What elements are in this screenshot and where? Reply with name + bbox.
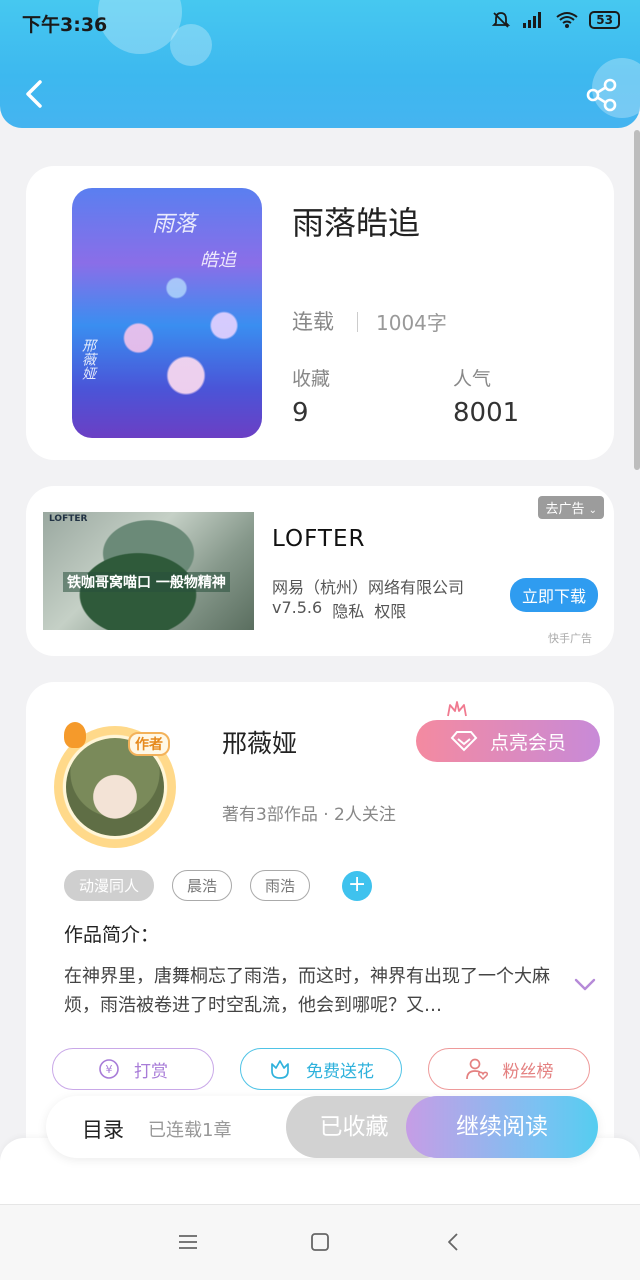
ad-image-text: 铁咖哥窝喵口 一般物精神: [63, 572, 230, 592]
book-word-count: 1004字: [376, 311, 447, 335]
chevron-down-icon: ⌄: [588, 505, 597, 516]
cover-text-right: 皓追: [200, 250, 236, 271]
yen-coin-icon: ¥: [99, 1059, 119, 1079]
vip-button[interactable]: 点亮会员: [416, 701, 600, 762]
header: 下午3:36 53: [0, 0, 640, 128]
favorites-label: 收藏: [292, 368, 331, 390]
back-icon[interactable]: [443, 1231, 465, 1253]
status-time: 下午3:36: [22, 14, 108, 36]
popularity-label: 人气: [453, 368, 492, 390]
book-status: 连载: [292, 310, 334, 334]
divider: [357, 312, 358, 332]
book-title: 雨落皓追: [292, 204, 421, 242]
download-button[interactable]: 立即下载: [509, 578, 598, 612]
ad-card[interactable]: LOFTER 铁咖哥窝喵口 一般物精神 LOFTER 网易（杭州）网络有限公司 …: [26, 486, 614, 656]
continue-reading-button[interactable]: 继续阅读: [406, 1096, 598, 1158]
author-name: 邢薇娅: [222, 729, 298, 758]
ad-source: 快手广告: [548, 632, 592, 645]
ad-app-name: LOFTER: [272, 526, 366, 552]
flower-icon: [271, 1060, 289, 1079]
tag-list: 动漫同人 晨浩 雨浩 +: [64, 870, 373, 901]
author-badge: 作者: [128, 732, 170, 756]
add-tag-button[interactable]: +: [342, 870, 373, 901]
vip-label: 点亮会员: [489, 731, 566, 754]
bottom-action-bar: 目录 已连载1章 已收藏 继续阅读: [46, 1096, 598, 1158]
crown-icon: [447, 701, 467, 717]
author-stats: 著有3部作品 · 2人关注: [222, 805, 396, 825]
ad-permissions-link[interactable]: 权限: [374, 598, 406, 622]
tip-button[interactable]: ¥ 打赏: [52, 1048, 214, 1090]
avatar[interactable]: 作者: [54, 722, 176, 848]
fans-label: 粉丝榜: [502, 1061, 554, 1082]
cover-text-left: 邢薇娅: [80, 338, 96, 380]
diamond-icon: [450, 731, 478, 752]
flower-label: 免费送花: [306, 1061, 374, 1082]
back-arrow-icon[interactable]: [20, 76, 52, 112]
ad-image-tag: LOFTER: [49, 514, 88, 524]
book-cover[interactable]: 雨落 皓追 邢薇娅: [72, 188, 262, 438]
home-icon[interactable]: [309, 1231, 331, 1253]
ad-version: v7.5.6: [272, 598, 323, 617]
share-icon[interactable]: [586, 78, 618, 112]
ad-image[interactable]: LOFTER 铁咖哥窝喵口 一般物精神: [43, 512, 254, 630]
user-heart-icon: [465, 1058, 488, 1081]
decorative-bubble: [170, 24, 212, 66]
signal-icon: [523, 12, 542, 28]
status-icons: 53: [491, 10, 620, 30]
intro-title: 作品简介：: [64, 924, 160, 946]
popularity-value: 8001: [453, 398, 520, 428]
mute-bell-icon: [492, 12, 511, 28]
menu-icon[interactable]: [177, 1231, 199, 1253]
svg-text:¥: ¥: [106, 1063, 113, 1076]
remove-ad-label: 去广告: [545, 502, 585, 517]
intro-text: 在神界里，唐舞桐忘了雨浩，而这时，神界有出现了一个大麻烦，雨浩被卷进了时空乱流，…: [64, 966, 550, 1016]
flame-icon: [64, 722, 86, 748]
tag-item[interactable]: 雨浩: [250, 870, 311, 901]
system-nav-bar: [0, 1204, 640, 1280]
ad-privacy-link[interactable]: 隐私: [332, 598, 364, 622]
scrollbar[interactable]: [634, 130, 640, 470]
favorites-value: 9: [292, 398, 309, 428]
wifi-icon: [556, 12, 578, 28]
remove-ad-button[interactable]: 去广告 ⌄: [538, 496, 604, 519]
send-flower-button[interactable]: 免费送花: [240, 1048, 402, 1090]
book-info-card: 雨落 皓追 邢薇娅 雨落皓追 连载 1004字 收藏 9 人气 8001: [26, 166, 614, 460]
expand-chevron-icon[interactable]: [574, 978, 596, 992]
action-row: ¥ 打赏 免费送花 粉丝榜: [52, 1048, 590, 1090]
ad-meta: v7.5.6 隐私 权限: [272, 598, 406, 622]
ad-company: 网易（杭州）网络有限公司: [272, 578, 465, 597]
cover-text-top: 雨落: [152, 212, 197, 237]
battery-indicator: 53: [589, 11, 620, 29]
tag-item[interactable]: 晨浩: [172, 870, 233, 901]
toc-button[interactable]: 目录: [82, 1114, 124, 1144]
tag-item[interactable]: 动漫同人: [64, 870, 155, 901]
tip-label: 打赏: [134, 1061, 168, 1082]
fans-rank-button[interactable]: 粉丝榜: [428, 1048, 590, 1090]
chapter-count: 已连载1章: [148, 1120, 232, 1141]
